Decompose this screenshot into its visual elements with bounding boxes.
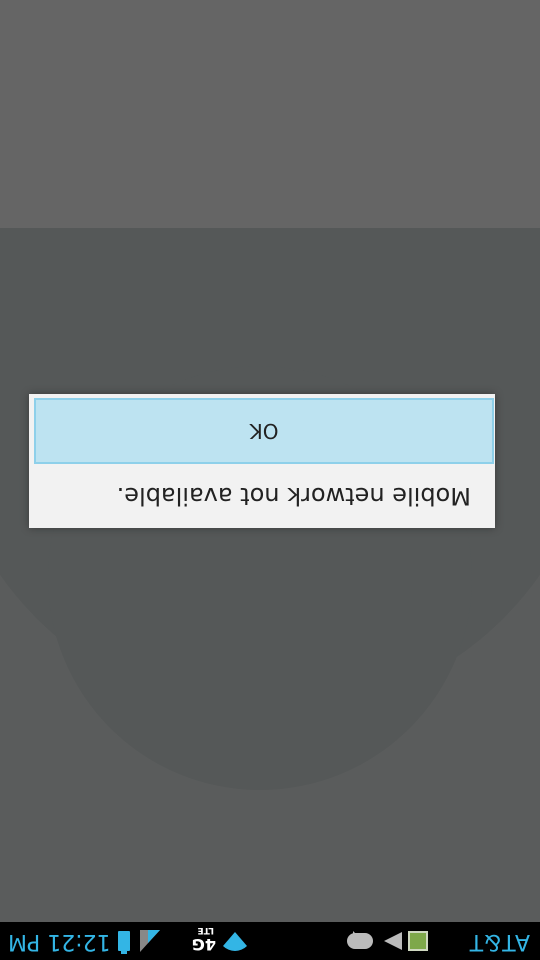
dialog-message: Mobile network not available. bbox=[116, 482, 471, 510]
screen: AT&T 4G LTE 12:21 PM Mobile network not … bbox=[0, 0, 540, 960]
wifi-icon bbox=[223, 932, 247, 951]
status-bar: AT&T 4G LTE 12:21 PM bbox=[0, 922, 540, 960]
network-badge: 4G bbox=[191, 935, 216, 954]
lte-icon: 4G LTE bbox=[182, 925, 216, 956]
battery-icon bbox=[118, 931, 130, 951]
signal-icon bbox=[140, 930, 160, 952]
chat-icon bbox=[347, 933, 373, 949]
backdrop-band bbox=[0, 0, 540, 228]
clock: 12:21 PM bbox=[8, 929, 111, 954]
ok-button[interactable]: OK bbox=[34, 398, 494, 464]
alert-dialog: Mobile network not available. OK bbox=[29, 394, 495, 528]
carrier-label: AT&T bbox=[468, 929, 530, 954]
network-sub-badge: LTE bbox=[197, 925, 214, 935]
play-store-icon bbox=[384, 932, 402, 950]
image-notification-icon bbox=[408, 931, 428, 951]
